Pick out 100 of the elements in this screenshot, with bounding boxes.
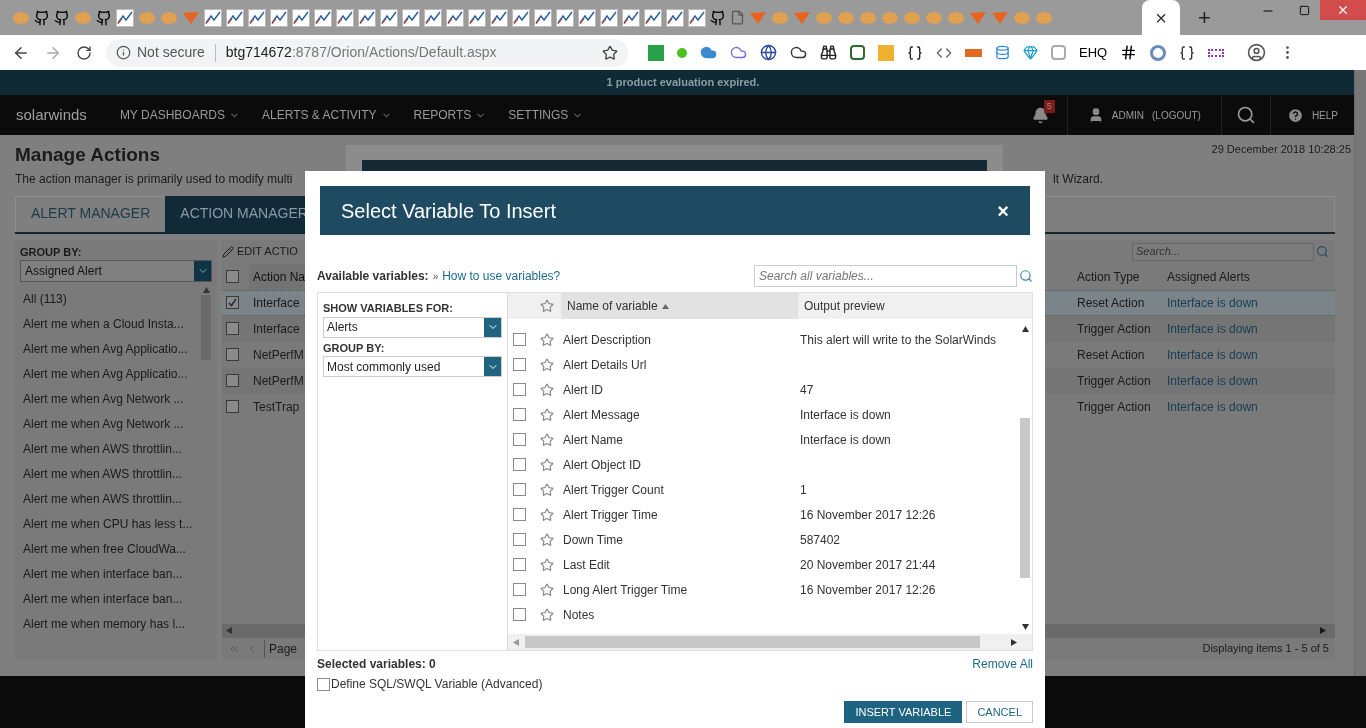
chart-icon[interactable] <box>358 8 376 27</box>
chart-icon[interactable] <box>248 8 266 27</box>
group-by-select[interactable]: Most commonly used <box>323 356 502 377</box>
reload-icon[interactable] <box>76 44 92 61</box>
document-icon[interactable] <box>730 10 745 25</box>
column-header[interactable]: Action Type <box>1045 267 1167 286</box>
column-header[interactable]: Name of variable <box>561 293 798 319</box>
chart-icon[interactable] <box>204 8 222 27</box>
chart-icon[interactable] <box>622 8 640 27</box>
star-icon[interactable] <box>540 382 554 397</box>
cancel-button[interactable]: CANCEL <box>966 701 1033 723</box>
horizontal-scrollbar[interactable] <box>1045 623 1335 638</box>
extension-icon[interactable] <box>1208 48 1225 57</box>
column-header[interactable]: Action Na <box>249 263 305 290</box>
gem-icon[interactable] <box>1023 45 1038 60</box>
close-window-button[interactable] <box>1320 0 1366 20</box>
variable-name[interactable]: Alert Name <box>563 430 800 449</box>
globe-icon[interactable] <box>760 44 777 61</box>
scroll-right-arrow-icon[interactable] <box>1011 638 1018 646</box>
group-item[interactable]: Alert me when AWS throttlin... <box>20 461 200 486</box>
chart-icon[interactable] <box>490 8 508 27</box>
chart-icon[interactable] <box>534 8 552 27</box>
star-icon[interactable] <box>540 407 554 422</box>
chart-icon[interactable] <box>600 8 618 27</box>
search-field[interactable]: Search all variables... <box>754 265 1017 287</box>
group-item[interactable]: Alert me when memory has l... <box>20 611 200 636</box>
group-by-select[interactable]: Assigned Alert <box>20 260 212 282</box>
solarwinds-logo[interactable]: solarwinds <box>16 103 87 127</box>
group-item[interactable]: Alert me when Avg Network ... <box>20 411 200 436</box>
checkbox[interactable] <box>226 374 239 387</box>
group-item[interactable]: Alert me when CPU has less t... <box>20 511 200 536</box>
checkbox[interactable] <box>513 533 526 546</box>
checkbox[interactable] <box>513 433 526 446</box>
chart-icon[interactable] <box>468 8 486 27</box>
chart-icon[interactable] <box>446 8 464 27</box>
chart-icon[interactable] <box>578 8 596 27</box>
address-bar[interactable]: Not secure btg714672:8787/Orion/Actions/Default.aspx <box>106 38 628 67</box>
chart-icon[interactable] <box>644 8 662 27</box>
star-icon[interactable] <box>540 582 554 597</box>
checkbox[interactable] <box>513 333 526 346</box>
star-icon[interactable] <box>540 532 554 547</box>
chart-icon[interactable] <box>380 8 398 27</box>
search-icon[interactable] <box>1235 105 1256 125</box>
chart-icon[interactable] <box>666 8 684 27</box>
table-row[interactable]: Interface <box>222 315 305 342</box>
scroll-left-arrow-icon[interactable] <box>225 627 232 634</box>
variable-name[interactable]: Alert Object ID <box>563 455 800 474</box>
extension-icon[interactable] <box>648 44 664 61</box>
braces-icon[interactable] <box>907 44 923 61</box>
star-icon[interactable] <box>540 332 554 347</box>
edit-action-button[interactable]: EDIT ACTIO <box>237 243 298 260</box>
table-row[interactable]: NetPerfM <box>222 367 305 394</box>
search-field[interactable]: Search... <box>1132 242 1314 261</box>
table-row[interactable]: Interface <box>222 289 305 316</box>
help-link[interactable]: How to use variables? <box>442 267 561 285</box>
group-item[interactable]: Alert me when Avg Network ... <box>20 386 200 411</box>
github-icon[interactable] <box>710 9 726 26</box>
extension-icon[interactable] <box>850 45 865 60</box>
close-button[interactable]: × <box>997 195 1009 226</box>
chart-icon[interactable] <box>402 8 420 27</box>
browser-tab[interactable]: × <box>1142 0 1180 35</box>
group-item[interactable]: Alert me when interface ban... <box>20 561 200 586</box>
search-icon[interactable] <box>1019 269 1033 283</box>
extension-label[interactable]: EHQ <box>1079 42 1108 63</box>
chart-icon[interactable] <box>556 8 574 27</box>
checkbox[interactable] <box>513 383 526 396</box>
variable-name[interactable]: Last Edit <box>563 555 800 574</box>
checkbox[interactable] <box>226 296 239 309</box>
group-item[interactable]: Alert me when a Cloud Insta... <box>20 311 200 336</box>
checkbox[interactable] <box>317 677 330 691</box>
maximize-icon[interactable] <box>1299 5 1310 16</box>
scroll-left-arrow-icon[interactable] <box>512 638 519 646</box>
nav-menu[interactable]: MY DASHBOARDS <box>108 106 251 124</box>
checkbox[interactable] <box>226 322 239 335</box>
github-icon[interactable] <box>54 9 70 26</box>
chart-icon[interactable] <box>116 8 134 27</box>
github-icon[interactable] <box>96 9 112 26</box>
nav-menu[interactable]: SETTINGS <box>497 106 595 124</box>
variable-name[interactable]: Alert ID <box>563 380 800 399</box>
bookmark-star-icon[interactable] <box>602 44 618 61</box>
checkbox[interactable] <box>513 358 526 371</box>
column-header[interactable]: Assigned Alerts <box>1167 267 1250 286</box>
group-item[interactable]: Alert me when AWS throttlin... <box>20 436 200 461</box>
group-item[interactable]: Alert me when Avg Applicatio... <box>20 336 200 361</box>
group-item[interactable]: Alert me when AWS throttlin... <box>20 486 200 511</box>
bell-icon[interactable] <box>1031 106 1049 124</box>
chart-icon[interactable] <box>292 8 310 27</box>
variable-name[interactable]: Alert Trigger Count <box>563 480 800 499</box>
column-header[interactable]: Output preview <box>798 297 885 315</box>
chart-icon[interactable] <box>688 8 706 27</box>
star-icon[interactable] <box>540 432 554 447</box>
checkbox[interactable] <box>226 348 239 361</box>
checkbox[interactable] <box>226 400 239 413</box>
chart-icon[interactable] <box>512 8 530 27</box>
hash-icon[interactable] <box>1120 44 1138 61</box>
variable-name[interactable]: Alert Details Url <box>563 355 800 374</box>
variables-for-select[interactable]: Alerts <box>323 316 502 338</box>
chart-icon[interactable] <box>270 8 288 27</box>
horizontal-scrollbar[interactable] <box>222 623 305 638</box>
tab[interactable]: ALERT MANAGER <box>16 195 166 232</box>
